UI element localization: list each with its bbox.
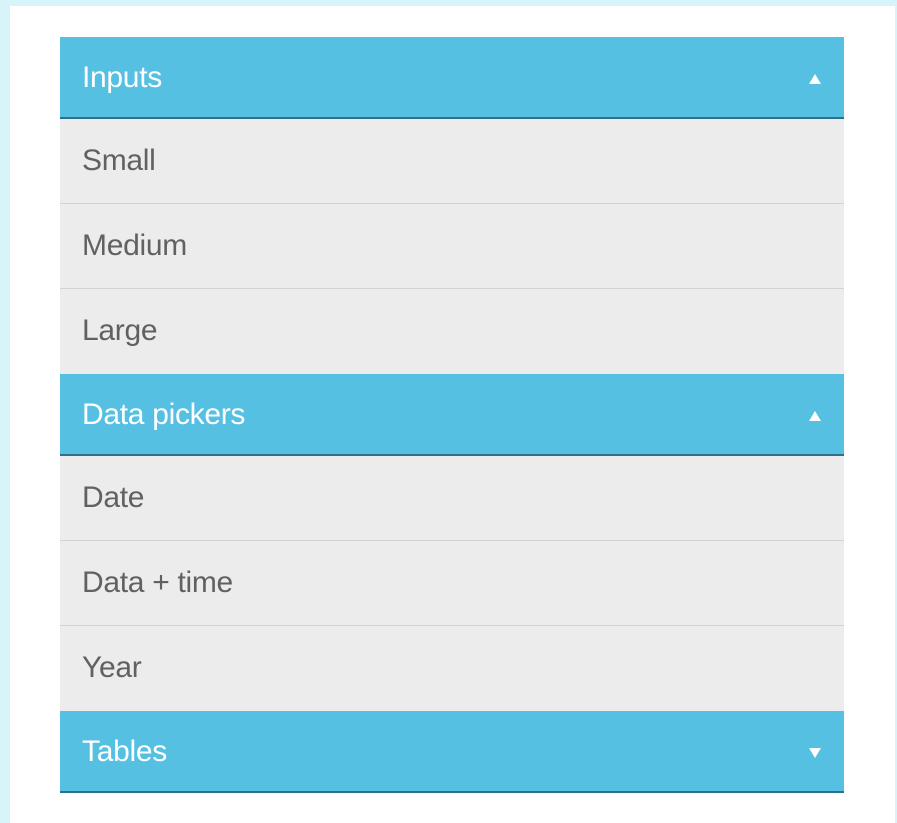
accordion-item-data-time[interactable]: Data + time xyxy=(60,541,844,626)
content-panel: Inputs Small Medium Large Data pickers D… xyxy=(10,6,895,823)
item-label: Large xyxy=(82,314,158,347)
section-title-data-pickers: Data pickers xyxy=(82,398,246,431)
accordion-item-medium[interactable]: Medium xyxy=(60,204,844,289)
item-label: Data + time xyxy=(82,566,233,599)
caret-up-icon xyxy=(806,408,824,424)
section-header-tables[interactable]: Tables xyxy=(60,711,844,793)
section-title-tables: Tables xyxy=(82,735,167,768)
caret-up-icon xyxy=(806,71,824,87)
section-header-inputs[interactable]: Inputs xyxy=(60,37,844,119)
section-header-data-pickers[interactable]: Data pickers xyxy=(60,374,844,456)
accordion-item-large[interactable]: Large xyxy=(60,289,844,374)
caret-down-icon xyxy=(806,745,824,761)
item-label: Small xyxy=(82,144,156,177)
accordion-item-date[interactable]: Date xyxy=(60,456,844,541)
accordion-item-year[interactable]: Year xyxy=(60,626,844,711)
item-label: Year xyxy=(82,651,142,684)
item-label: Date xyxy=(82,481,145,514)
section-title-inputs: Inputs xyxy=(82,61,162,94)
item-label: Medium xyxy=(82,229,187,262)
accordion-item-small[interactable]: Small xyxy=(60,119,844,204)
accordion-menu: Inputs Small Medium Large Data pickers D… xyxy=(60,37,844,793)
